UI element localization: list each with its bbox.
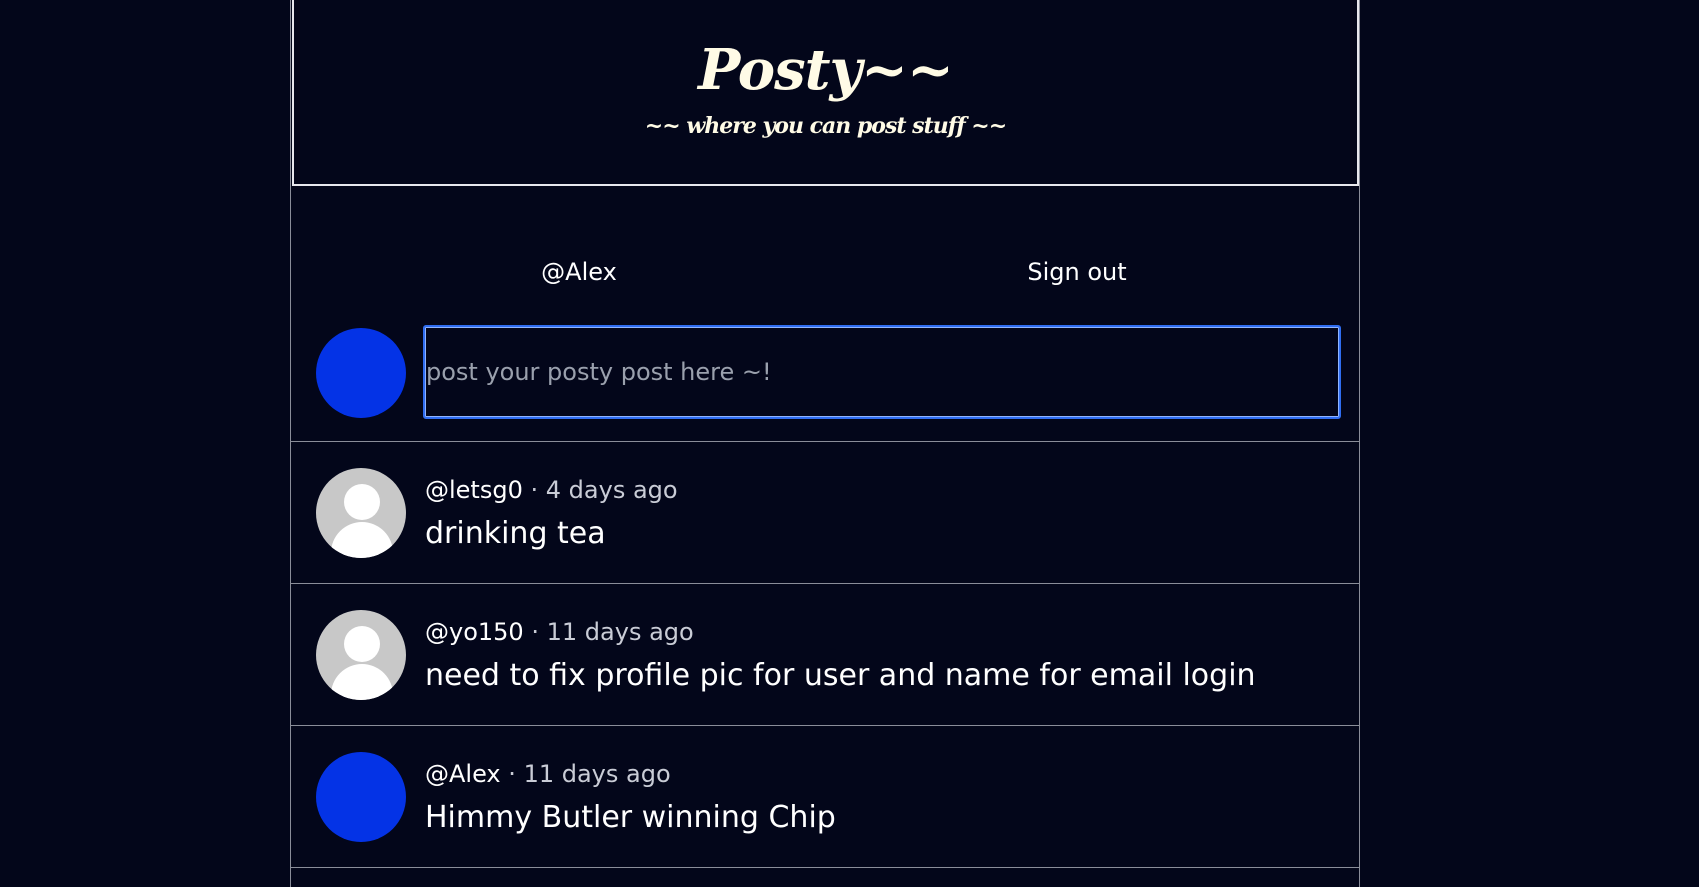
post-meta: @yo150 · 11 days ago	[425, 614, 694, 650]
avatar	[316, 752, 406, 842]
post-meta: @letsg0 · 4 days ago	[425, 472, 678, 508]
site-tagline: ~~ where you can post stuff ~~	[644, 113, 1007, 139]
post-item: @letsg0 · 4 days ago drinking tea	[291, 442, 1359, 584]
post-input[interactable]	[423, 325, 1341, 419]
avatar-body	[331, 664, 393, 700]
feed-column: Posty~~ ~~ where you can post stuff ~~ @…	[290, 0, 1360, 887]
post-author-handle[interactable]: @letsg0	[425, 476, 523, 504]
post-timestamp: 11 days ago	[523, 760, 671, 788]
post-author-handle[interactable]: @Alex	[425, 760, 501, 788]
sign-out-button[interactable]: Sign out	[987, 250, 1167, 294]
default-user-icon	[316, 468, 406, 558]
post-item: @yo150 · 11 days ago need to fix profile…	[291, 584, 1359, 726]
post-composer	[291, 318, 1359, 442]
meta-separator: ·	[508, 760, 516, 788]
profile-link[interactable]: @Alex	[497, 250, 661, 294]
avatar-body	[331, 522, 393, 558]
post-timestamp: 11 days ago	[546, 618, 694, 646]
avatar	[316, 328, 406, 418]
post-timestamp: 4 days ago	[545, 476, 678, 504]
post-text: Himmy Butler winning Chip	[425, 800, 836, 835]
post-text: drinking tea	[425, 516, 606, 551]
site-header: Posty~~ ~~ where you can post stuff ~~	[292, 0, 1359, 186]
site-title: Posty~~	[698, 37, 954, 103]
post-author-handle[interactable]: @yo150	[425, 618, 524, 646]
top-nav: @Alex Sign out	[291, 250, 1359, 294]
post-meta: @Alex · 11 days ago	[425, 756, 671, 792]
post-item: @Alex · 11 days ago Himmy Butler winning…	[291, 726, 1359, 868]
meta-separator: ·	[530, 476, 539, 504]
meta-separator: ·	[531, 618, 539, 646]
avatar-head	[344, 484, 380, 520]
default-user-icon	[316, 610, 406, 700]
post-text: need to fix profile pic for user and nam…	[425, 658, 1256, 693]
avatar-head	[344, 626, 380, 662]
